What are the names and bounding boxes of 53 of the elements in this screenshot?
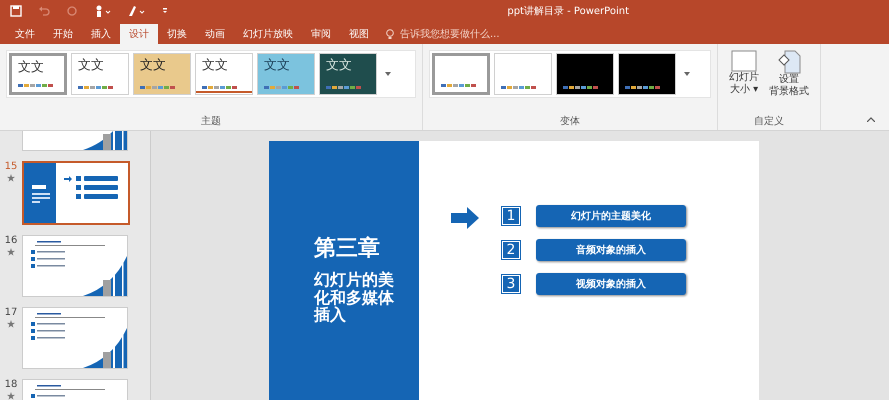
variant-thumbnail[interactable] bbox=[618, 53, 676, 95]
variant-thumbnail[interactable] bbox=[494, 53, 552, 95]
ribbon-tab[interactable]: 审阅 bbox=[302, 24, 340, 44]
ribbon-tab[interactable]: 视图 bbox=[340, 24, 378, 44]
ribbon-tab[interactable]: 幻灯片放映 bbox=[234, 24, 302, 44]
slide-thumbnail[interactable] bbox=[22, 161, 130, 225]
slide-number: 16 bbox=[4, 235, 18, 246]
star-icon bbox=[7, 392, 15, 400]
number-badge: 1 bbox=[501, 206, 521, 226]
variant-thumbnail[interactable] bbox=[556, 53, 614, 95]
theme-thumbnail[interactable]: 文文 bbox=[133, 53, 191, 95]
caret-icon bbox=[385, 72, 391, 76]
collapse-ribbon-icon[interactable] bbox=[867, 117, 875, 122]
topic-bar: 幻灯片的主题美化 bbox=[536, 205, 686, 227]
variant-thumbnail[interactable] bbox=[432, 53, 490, 95]
ribbon-tab[interactable]: 文件 bbox=[6, 24, 44, 44]
lightbulb-icon bbox=[386, 28, 394, 40]
ribbon-tab[interactable]: 设计 bbox=[120, 24, 158, 44]
slide-icon bbox=[731, 50, 757, 72]
slide-thumbnail[interactable] bbox=[22, 235, 128, 297]
theme-thumbnail[interactable]: 文文 bbox=[71, 53, 129, 95]
search-field[interactable]: 告诉我您想要做什么... bbox=[398, 28, 542, 40]
pen-icon[interactable] bbox=[128, 5, 146, 17]
arrow-icon bbox=[451, 207, 479, 229]
number-badge: 3 bbox=[501, 274, 521, 294]
slide-number: 17 bbox=[4, 307, 18, 318]
theme-thumbnail[interactable]: 文文 bbox=[257, 53, 315, 95]
group-label: 主题 bbox=[200, 114, 222, 128]
star-icon bbox=[7, 174, 15, 182]
chapter-subtitle: 幻灯片的美化和多媒体插入 bbox=[314, 271, 395, 324]
ribbon-tab[interactable]: 动画 bbox=[196, 24, 234, 44]
number-badge: 2 bbox=[501, 240, 521, 260]
chapter-title: 第三章 bbox=[314, 235, 381, 263]
slide-number: 15 bbox=[4, 161, 18, 172]
group-label: 变体 bbox=[559, 114, 581, 128]
topic-bar: 音频对象的插入 bbox=[536, 239, 686, 261]
slide-number: 18 bbox=[4, 379, 18, 390]
slide-size-button[interactable]: 幻灯片 大小 ▾ bbox=[729, 50, 759, 98]
theme-thumbnail[interactable]: 文文 bbox=[9, 53, 67, 95]
window-title: ppt讲解目录 - PowerPoint bbox=[507, 4, 629, 18]
slide-thumbnail[interactable] bbox=[22, 307, 128, 369]
ribbon-tab[interactable]: 插入 bbox=[82, 24, 120, 44]
topic-bar: 视频对象的插入 bbox=[536, 273, 686, 295]
group-label: 自定义 bbox=[753, 114, 785, 128]
format-background-button[interactable]: 设置 背景格式 bbox=[769, 50, 809, 98]
theme-thumbnail[interactable]: 文文 bbox=[195, 53, 253, 95]
ribbon-tab[interactable]: 切换 bbox=[158, 24, 196, 44]
star-icon bbox=[7, 248, 15, 256]
save-icon[interactable] bbox=[10, 5, 22, 17]
ribbon-tab[interactable]: 开始 bbox=[44, 24, 82, 44]
caret-icon bbox=[684, 72, 690, 76]
theme-thumbnail[interactable]: 文文 bbox=[319, 53, 377, 95]
star-icon bbox=[7, 320, 15, 328]
